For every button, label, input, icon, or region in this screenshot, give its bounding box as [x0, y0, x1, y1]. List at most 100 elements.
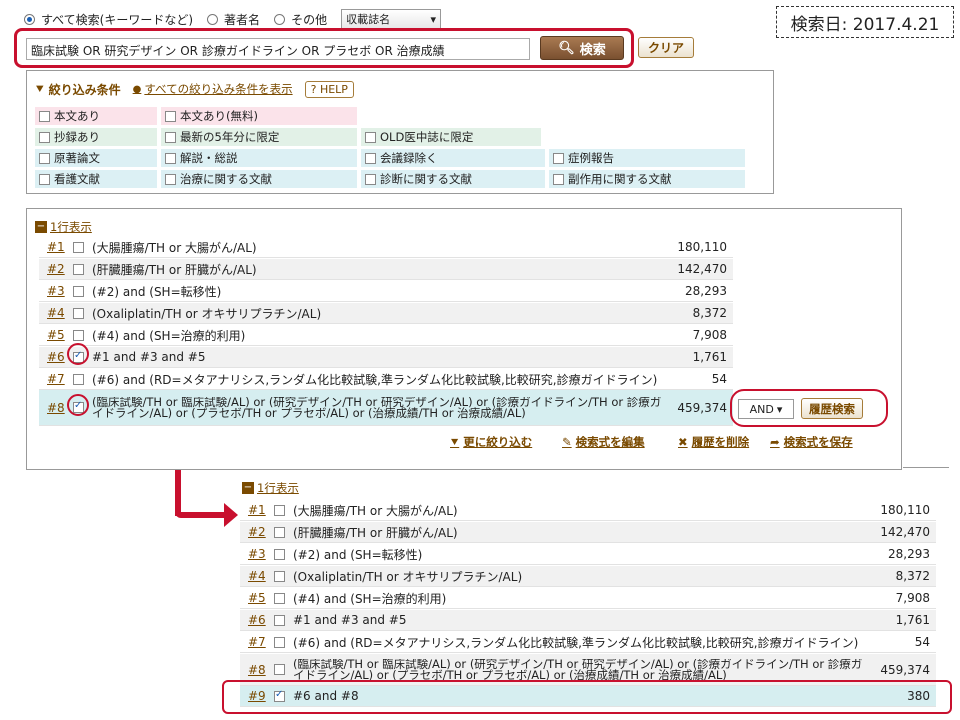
- checkbox[interactable]: [165, 152, 176, 164]
- filter-title-text: 絞り込み条件: [48, 82, 121, 97]
- save-query-link[interactable]: ➦ 検索式を保存: [770, 434, 853, 450]
- checkbox[interactable]: [553, 173, 564, 185]
- search-input[interactable]: 臨床試験 OR 研究デザイン OR 診療ガイドライン OR プラセボ OR 治療…: [26, 38, 530, 60]
- one-line-toggle[interactable]: − 1行表示: [242, 480, 299, 496]
- history-number-link[interactable]: #3: [39, 284, 73, 298]
- save-arrow-icon: ➦: [770, 435, 780, 449]
- history-row: #3 (#2) and (SH=転移性) 28,293: [240, 544, 936, 565]
- history-number-link[interactable]: #4: [240, 569, 274, 583]
- history-checkbox[interactable]: [274, 504, 285, 516]
- filter-label: 会議録除く: [380, 151, 438, 165]
- history-count: 8,372: [692, 306, 727, 320]
- history-number-link[interactable]: #6: [240, 613, 274, 627]
- history-number-link[interactable]: #2: [39, 262, 73, 276]
- checkbox[interactable]: [39, 152, 50, 164]
- divider: [903, 467, 949, 468]
- history-count: 142,470: [677, 262, 727, 276]
- history-checkbox[interactable]: [73, 307, 84, 319]
- minus-icon: −: [242, 482, 254, 494]
- filter-diagnosis[interactable]: 診断に関する文献: [361, 170, 545, 188]
- history-checkbox[interactable]: [274, 570, 285, 582]
- radio-author[interactable]: [207, 13, 219, 25]
- checkbox[interactable]: [165, 110, 176, 122]
- history-number-link[interactable]: #8: [240, 663, 274, 677]
- history-checkbox[interactable]: [274, 526, 285, 538]
- edit-query-link[interactable]: ✎ 検索式を編集: [562, 434, 645, 450]
- history-count: 7,908: [692, 328, 727, 342]
- filter-review[interactable]: 解説・総説: [161, 149, 357, 167]
- filter-original-article[interactable]: 原著論文: [35, 149, 157, 167]
- show-all-filters-link[interactable]: ● すべての絞り込み条件を表示: [133, 81, 293, 97]
- history-checkbox[interactable]: [274, 548, 285, 560]
- history-number-link[interactable]: #4: [39, 306, 73, 320]
- history-row: #6#1 and #3 and #51,761: [39, 347, 733, 368]
- history-row: #1 (大腸腫瘍/TH or 大腸がん/AL) 180,110: [39, 237, 733, 258]
- history-query: (肝臓腫瘍/TH or 肝臓がん/AL): [92, 262, 257, 277]
- clear-button[interactable]: クリア: [638, 37, 694, 58]
- history-search-button[interactable]: 履歴検索: [801, 398, 863, 419]
- filter-label: 抄録あり: [54, 130, 100, 144]
- history-checkbox[interactable]: [73, 285, 84, 297]
- filter-latest-5-years[interactable]: 最新の5年分に限定: [161, 128, 357, 146]
- highlight-circle-row8: [67, 394, 89, 416]
- journal-select[interactable]: 収載誌名 ▾: [341, 9, 442, 29]
- filter-case-report[interactable]: 症例報告: [549, 149, 745, 167]
- checkbox[interactable]: [39, 173, 50, 185]
- help-icon: ?: [310, 82, 317, 96]
- history-checkbox[interactable]: [274, 592, 285, 604]
- one-line-toggle[interactable]: − 1行表示: [35, 219, 92, 235]
- filter-label: 原著論文: [54, 151, 100, 165]
- history-number-link[interactable]: #7: [240, 635, 274, 649]
- history-checkbox[interactable]: [274, 664, 285, 675]
- filter-abstract[interactable]: 抄録あり: [35, 128, 157, 146]
- history-checkbox[interactable]: [73, 373, 84, 385]
- help-button[interactable]: ? HELP: [304, 80, 354, 98]
- filter-label: 本文あり: [54, 109, 100, 123]
- filter-header: ⯆ 絞り込み条件 ● すべての絞り込み条件を表示 ? HELP: [35, 79, 354, 99]
- checkbox[interactable]: [39, 131, 50, 143]
- history-checkbox[interactable]: [274, 636, 285, 648]
- filter-treatment[interactable]: 治療に関する文献: [161, 170, 357, 188]
- history-checkbox[interactable]: [73, 263, 84, 275]
- filter-old-ichushi[interactable]: OLD医中誌に限定: [361, 128, 541, 146]
- checkbox[interactable]: [39, 110, 50, 122]
- history-number-link[interactable]: #7: [39, 372, 73, 386]
- checkbox[interactable]: [365, 173, 376, 185]
- history-checkbox[interactable]: [73, 241, 84, 253]
- history-number-link[interactable]: #1: [240, 503, 274, 517]
- checkbox[interactable]: [165, 173, 176, 185]
- history-number-link[interactable]: #5: [240, 591, 274, 605]
- history-number-link[interactable]: #1: [39, 240, 73, 254]
- radio-other-label: その他: [291, 12, 328, 27]
- filter-label: 治療に関する文献: [180, 172, 272, 186]
- filter-adverse-effects[interactable]: 副作用に関する文献: [549, 170, 745, 188]
- history-query: (#2) and (SH=転移性): [293, 547, 423, 562]
- checkbox[interactable]: [365, 131, 376, 143]
- history-number-link[interactable]: #3: [240, 547, 274, 561]
- search-button[interactable]: 🔍︎ 検索: [540, 36, 624, 60]
- radio-all[interactable]: [24, 13, 35, 25]
- checkbox[interactable]: [553, 152, 564, 164]
- history-number-link[interactable]: #2: [240, 525, 274, 539]
- delete-history-link[interactable]: ✖ 履歴を削除: [678, 434, 749, 450]
- checkbox[interactable]: [165, 131, 176, 143]
- journal-select-value: 収載誌名: [346, 13, 391, 26]
- connector-arrow: [175, 470, 181, 516]
- refine-link[interactable]: ⯆ 更に絞り込む: [450, 434, 532, 450]
- checkbox[interactable]: [365, 152, 376, 164]
- filter-nursing[interactable]: 看護文献: [35, 170, 157, 188]
- pencil-icon: ✎: [562, 435, 572, 449]
- history-checkbox[interactable]: [73, 329, 84, 341]
- and-operator-select[interactable]: AND ▾: [738, 399, 794, 419]
- filter-fulltext-free[interactable]: 本文あり(無料): [161, 107, 357, 125]
- history-checkbox[interactable]: [274, 614, 285, 626]
- filter-exclude-proceedings[interactable]: 会議録除く: [361, 149, 545, 167]
- history-row: #7 (#6) and (RD=メタアナリシス,ランダム化比較試験,準ランダム化比…: [39, 369, 733, 390]
- history-row: #8(臨床試験/TH or 臨床試験/AL) or (研究デザイン/TH or …: [39, 390, 733, 426]
- history-number-link[interactable]: #5: [39, 328, 73, 342]
- history-row: #7 (#6) and (RD=メタアナリシス,ランダム化比較試験,準ランダム化比…: [240, 632, 936, 653]
- history-count: 28,293: [685, 284, 727, 298]
- filter-fulltext[interactable]: 本文あり: [35, 107, 157, 125]
- radio-other[interactable]: [274, 13, 286, 25]
- result-row-highlight: [222, 680, 952, 714]
